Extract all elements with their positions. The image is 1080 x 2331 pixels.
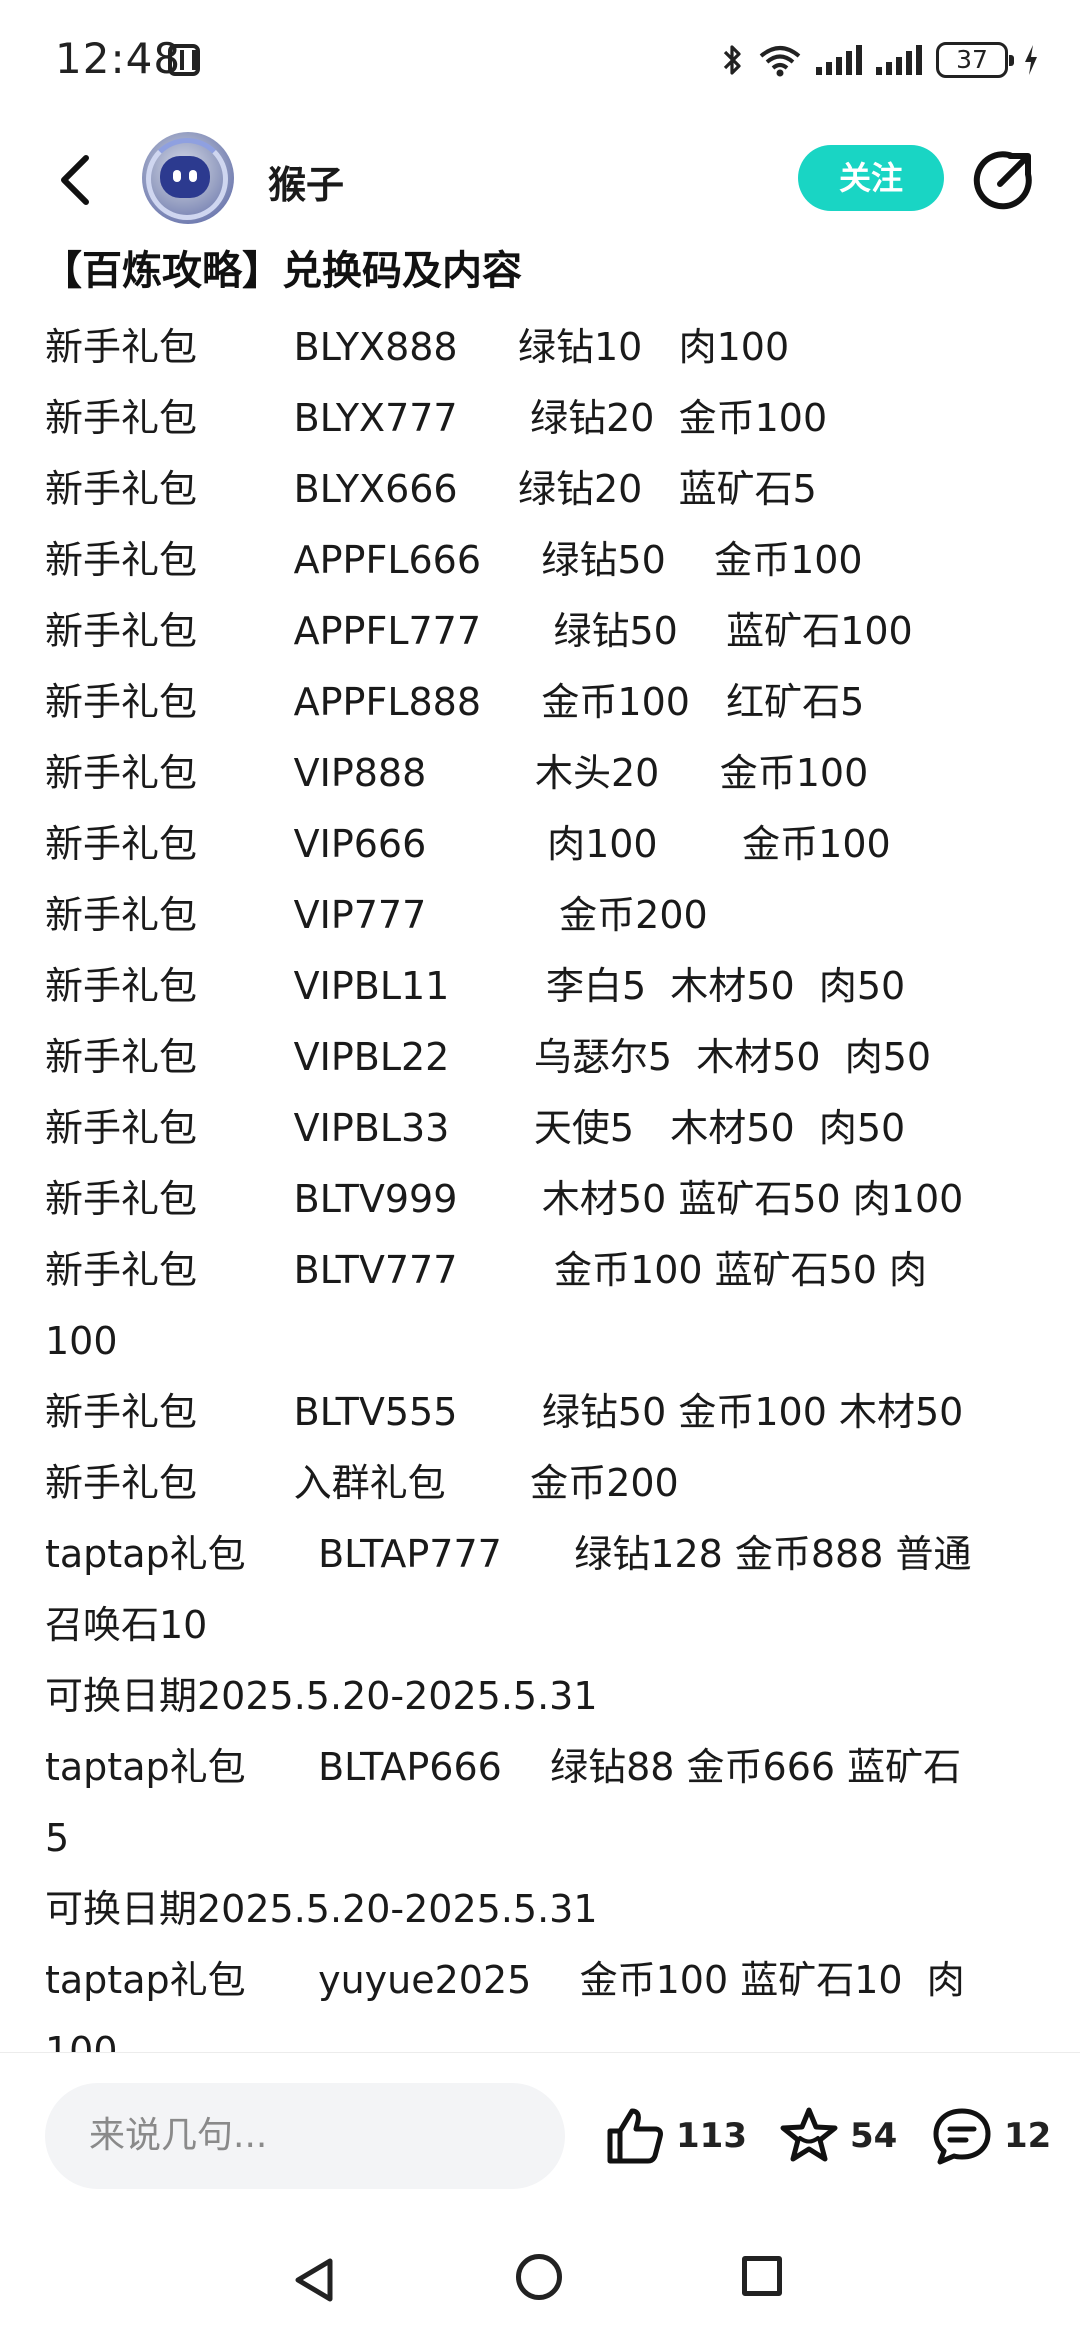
share-button[interactable] <box>972 148 1036 212</box>
follow-button[interactable]: 关注 <box>798 145 944 211</box>
content-line: 新手礼包 VIPBL33 天使5 木材50 肉50 <box>45 1106 906 1150</box>
thumbs-up-icon <box>607 2108 663 2164</box>
comment-icon <box>933 2108 991 2165</box>
post-header: 猴子 关注 <box>0 130 1080 230</box>
content-line: 100 <box>45 1319 118 1363</box>
like-count: 113 <box>676 2116 747 2156</box>
content-line: 新手礼包 BLTV999 木材50 蓝矿石50 肉100 <box>45 1177 964 1221</box>
back-button[interactable] <box>52 152 100 208</box>
content-line: 新手礼包 BLTV555 绿钻50 金币100 木材50 <box>45 1390 964 1434</box>
chevron-left-icon <box>61 155 89 205</box>
content-line: taptap礼包 BLTAP666 绿钻88 金币666 蓝矿石 <box>45 1745 962 1789</box>
favorite-count: 54 <box>850 2116 898 2156</box>
share-icon <box>973 151 1032 210</box>
triangle-back-icon <box>295 2258 333 2302</box>
content-line: 可换日期2025.5.20-2025.5.31 <box>45 1674 598 1718</box>
author-name[interactable]: 猴子 <box>268 154 344 209</box>
wifi-icon <box>758 43 802 77</box>
charging-icon <box>1022 43 1040 77</box>
status-time: 12:48 <box>55 34 182 83</box>
content-line: 新手礼包 APPFL777 绿钻50 蓝矿石100 <box>45 609 913 653</box>
content-line: 新手礼包 APPFL666 绿钻50 金币100 <box>45 538 863 582</box>
content-line: 新手礼包 入群礼包 金币200 <box>45 1461 679 1505</box>
content-line: 新手礼包 BLYX888 绿钻10 肉100 <box>45 325 790 369</box>
content-line: 新手礼包 VIP777 金币200 <box>45 893 708 937</box>
content-line: 新手礼包 BLYX777 绿钻20 金币100 <box>45 396 828 440</box>
signal-icon <box>816 45 862 75</box>
bottom-action-bar: 来说几句... 113 54 12 <box>0 2052 1080 2232</box>
nav-recent-apps-button[interactable] <box>742 2256 782 2296</box>
status-icons: 37 <box>722 38 1040 82</box>
content-line: 新手礼包 VIPBL11 李白5 木材50 肉50 <box>45 964 906 1008</box>
content-line: 新手礼包 VIP666 肉100 金币100 <box>45 822 891 866</box>
signal-icon-2 <box>876 45 922 75</box>
content-line: 5 <box>45 1816 70 1860</box>
post-title: 【百炼攻略】兑换码及内容 <box>42 248 522 294</box>
like-button[interactable]: 113 <box>604 2105 747 2167</box>
system-nav-bar <box>0 2232 1080 2331</box>
avatar[interactable] <box>142 132 234 224</box>
status-bar: 12:48 37 <box>0 0 1080 120</box>
bluetooth-icon <box>722 42 744 78</box>
content-line: 新手礼包 BLYX666 绿钻20 蓝矿石5 <box>45 467 817 511</box>
redeem-code-list: 新手礼包 BLYX888 绿钻10 肉100 新手礼包 BLYX777 绿钻20… <box>45 312 1045 2052</box>
content-line: 新手礼包 APPFL888 金币100 红矿石5 <box>45 680 865 724</box>
content-line: 可换日期2025.5.20-2025.5.31 <box>45 1887 598 1931</box>
content-line: 新手礼包 VIP888 木头20 金币100 <box>45 751 869 795</box>
content-line: taptap礼包 BLTAP777 绿钻128 金币888 普通 <box>45 1532 972 1576</box>
content-line: 100 <box>45 2029 118 2052</box>
comment-count: 12 <box>1004 2116 1052 2156</box>
content-line: 新手礼包 VIPBL22 乌瑟尔5 木材50 肉50 <box>45 1035 932 1079</box>
nav-back-button[interactable] <box>292 2256 336 2308</box>
comment-input[interactable]: 来说几句... <box>45 2083 565 2189</box>
post-content: 【百炼攻略】兑换码及内容 新手礼包 BLYX888 绿钻10 肉100 新手礼包… <box>0 232 1080 2052</box>
nfc-icon <box>168 44 200 76</box>
content-line: 召唤石10 <box>45 1603 208 1647</box>
star-icon <box>780 2107 838 2162</box>
comment-button[interactable]: 12 <box>930 2105 1051 2167</box>
nav-home-button[interactable] <box>516 2254 562 2300</box>
favorite-button[interactable]: 54 <box>778 2105 897 2167</box>
content-line: taptap礼包 yuyue2025 金币100 蓝矿石10 肉 <box>45 1958 965 2002</box>
content-line: 新手礼包 BLTV777 金币100 蓝矿石50 肉 <box>45 1248 928 1292</box>
battery-indicator: 37 <box>936 42 1014 78</box>
